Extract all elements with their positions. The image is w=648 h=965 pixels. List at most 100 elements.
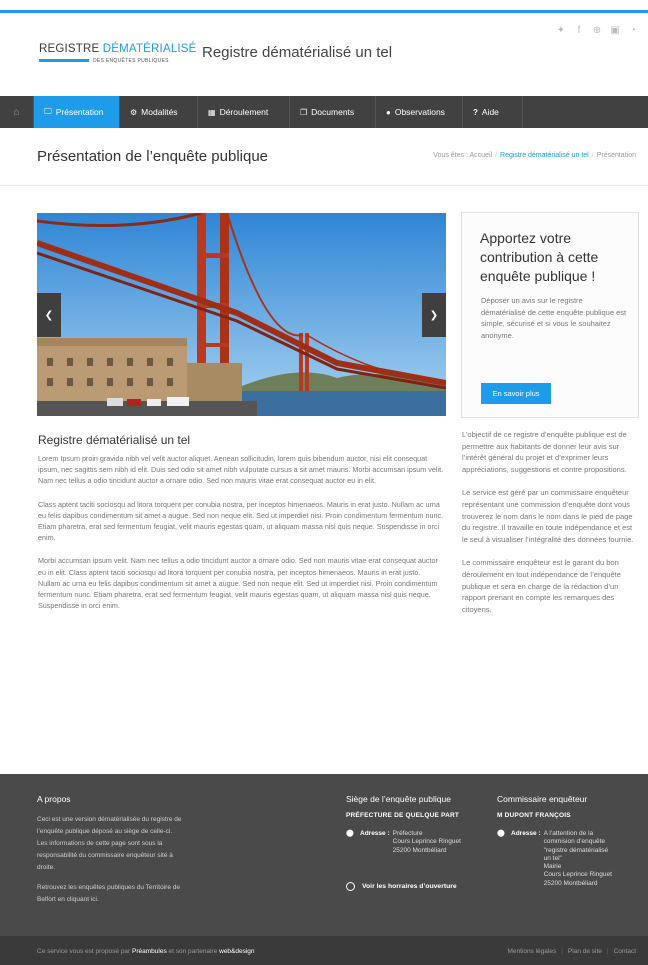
article-paragraph: Morbi accumsan ipsum velit. Nam nec tell… — [38, 556, 438, 611]
contribution-title: Apportez votre contribution à cette enqu… — [480, 230, 599, 284]
map-marker-icon: ⬤ — [346, 830, 354, 837]
address-line: commision d’enquête — [543, 838, 606, 846]
footer-about-link[interactable]: Retrouvez les enquêtes publiques du Terr… — [37, 882, 182, 906]
address-line: un tel" — [543, 854, 562, 862]
google-plus-icon[interactable]: ⊕ — [592, 25, 602, 36]
nav-label: Déroulement — [219, 107, 269, 117]
nav-label: Documents — [311, 107, 355, 117]
address-line: Cours Leprince Ringuet — [392, 838, 461, 846]
breadcrumb-parent[interactable]: Registre dématérialisé un tel — [500, 152, 589, 159]
footer-links: Mentions légales | Plan de site | Contact — [507, 948, 636, 955]
address-label: Adresse : — [511, 830, 541, 837]
chevron-left-icon: ❮ — [44, 309, 54, 321]
footer: A propos Ceci est une version dématérial… — [0, 774, 648, 936]
home-icon[interactable]: ⌂ — [0, 96, 34, 128]
nav-label: Aide — [481, 107, 499, 117]
footer-seat-title: Siège de l’enquête publique — [346, 794, 451, 804]
comments-icon: ● — [386, 107, 391, 117]
opening-hours-label: Voir les horraires d’ouverture — [362, 883, 457, 890]
article-paragraph: Lorem Ipsum proin gravida nibh vel velit… — [38, 454, 444, 486]
nav-label: Observations — [394, 107, 445, 117]
article-title: Registre dématérialisé un tel — [38, 433, 191, 447]
credit-text: et son partenaire — [166, 948, 220, 955]
image-slider: ❮ ❯ — [37, 213, 446, 416]
credits: Ce service vous est proposé par Préambul… — [37, 948, 255, 955]
documents-icon: ❐ — [300, 107, 308, 117]
address-line: A l’attention de la — [543, 830, 594, 837]
footer-commissioner-address: ⬤ Adresse : A l’attention de la commisio… — [497, 830, 642, 888]
sitemap-link[interactable]: Plan de site — [568, 948, 602, 955]
contribution-box: Apportez votre contribution à cette enqu… — [461, 212, 639, 418]
contact-link[interactable]: Contact — [614, 948, 636, 955]
footer-commissioner-title: Commissaire enquêteur — [497, 794, 588, 804]
address-line: 25200 Montbéliard — [392, 846, 447, 854]
footer-commissioner-name: M DUPONT FRANÇOIS — [497, 812, 571, 819]
logo[interactable]: REGISTRE DÉMATÉRIALISÉ DES ENQUÊTES PUBL… — [39, 43, 196, 67]
logo-text-registre: REGISTRE — [39, 43, 103, 55]
legal-notice-link[interactable]: Mentions légales — [507, 948, 556, 955]
bottom-bar: Ce service vous est proposé par Préambul… — [0, 936, 648, 965]
article-paragraph: Class aptent taciti sociosqu ad litora t… — [38, 499, 444, 543]
slider-prev-button[interactable]: ❮ — [37, 293, 61, 337]
address-line: "registre dématérialisé — [543, 846, 609, 854]
address-line: Mairie — [543, 863, 562, 871]
address-line: Préfecture — [392, 830, 423, 837]
footer-about: A propos Ceci est une version dématérial… — [37, 794, 182, 914]
footer-seat-address: ⬤ Adresse : Préfecture Cours Leprince Ri… — [346, 830, 491, 855]
footer-seat-name: PRÉFECTURE DE QUELQUE PART — [346, 812, 460, 819]
facebook-icon[interactable]: f — [574, 25, 584, 36]
footer-link-separator: | — [606, 948, 609, 955]
nav-item-modalites[interactable]: ⚙ Modalités — [120, 96, 198, 128]
logo-bar — [39, 59, 89, 62]
nav-item-observations[interactable]: ● Observations — [376, 96, 463, 128]
breadcrumb-separator: / — [591, 152, 594, 159]
social-links: ✦ f ⊕ ▣ ◔ — [556, 25, 638, 36]
logo-subtitle: DES ENQUÊTES PUBLIQUES — [93, 58, 169, 64]
twitter-icon[interactable]: ✦ — [556, 25, 566, 36]
sidebar-text: L’objectif de ce registre d’enquête publ… — [462, 429, 638, 627]
slider-next-button[interactable]: ❯ — [422, 293, 446, 337]
header: ✦ f ⊕ ▣ ◔ REGISTRE DÉMATÉRIALISÉ DES ENQ… — [0, 13, 648, 96]
main-nav: ⌂ 🖵 Présentation ⚙ Modalités ▦ Déroulement … — [0, 96, 648, 128]
breadcrumb-prefix: Vous êtes : — [433, 152, 468, 159]
credit-text: Ce service vous est proposé par — [37, 948, 133, 955]
footer-commissioner: Commissaire enquêteur M DUPONT FRANÇOIS … — [497, 794, 642, 888]
sidebar-paragraph: Le service est géré par un commissaire e… — [462, 488, 634, 544]
footer-about-text: Ceci est une version dématérialisée du r… — [37, 816, 182, 871]
page-title: Présentation de l’enquête publique — [37, 148, 269, 165]
nav-item-deroulement[interactable]: ▦ Déroulement — [198, 96, 290, 128]
opening-hours-link[interactable]: Voir les horraires d’ouverture — [346, 882, 457, 891]
address-line: 25200 Montbéliard — [543, 879, 598, 887]
clock-icon — [346, 882, 355, 891]
logo-text-dematerialise: DÉMATÉRIALISÉ — [102, 43, 197, 55]
footer-link-separator: | — [561, 948, 563, 955]
calendar-icon: ▦ — [208, 107, 216, 117]
nav-item-aide[interactable]: ? Aide — [463, 96, 523, 128]
address-value: A l’attention de la commision d’enquête … — [544, 830, 612, 888]
breadcrumb-current: Présentation — [596, 152, 636, 159]
cogs-icon: ⚙ — [130, 107, 138, 117]
nav-item-documents[interactable]: ❐ Documents — [290, 96, 376, 128]
credit-link-partner[interactable]: web&design — [219, 948, 254, 955]
address-line: Cours Leprince Ringuet — [543, 871, 612, 879]
nav-item-presentation[interactable]: 🖵 Présentation — [34, 96, 120, 128]
golden-gate-bridge-image — [37, 213, 446, 416]
footer-about-title: A propos — [37, 794, 71, 804]
address-value: Préfecture Cours Leprince Ringuet 25200 … — [393, 830, 461, 855]
chevron-right-icon: ❯ — [429, 309, 439, 321]
rss-icon[interactable]: ◔ — [628, 25, 638, 36]
learn-more-button[interactable]: En savoir plus — [481, 383, 551, 404]
question-icon: ? — [473, 107, 478, 117]
breadcrumb-home[interactable]: Accueil — [469, 152, 492, 159]
linkedin-icon[interactable]: ▣ — [610, 25, 620, 36]
sidebar-paragraph: Le commissaire enquêteur est le garant d… — [462, 558, 621, 614]
breadcrumb: Vous êtes : Accueil / Registre dématériali… — [433, 152, 636, 159]
map-marker-icon: ⬤ — [497, 830, 505, 837]
nav-label: Présentation — [55, 107, 104, 117]
logo-text: REGISTRE DÉMATÉRIALISÉ — [39, 43, 196, 55]
credit-link-preambules[interactable]: Préambules — [132, 948, 167, 955]
breadcrumb-separator: / — [495, 152, 498, 159]
address-label: Adresse : — [360, 830, 390, 837]
footer-seat: Siège de l’enquête publique PRÉFECTURE D… — [346, 794, 491, 891]
sidebar-paragraph: L’objectif de ce registre d’enquête publ… — [462, 430, 627, 474]
